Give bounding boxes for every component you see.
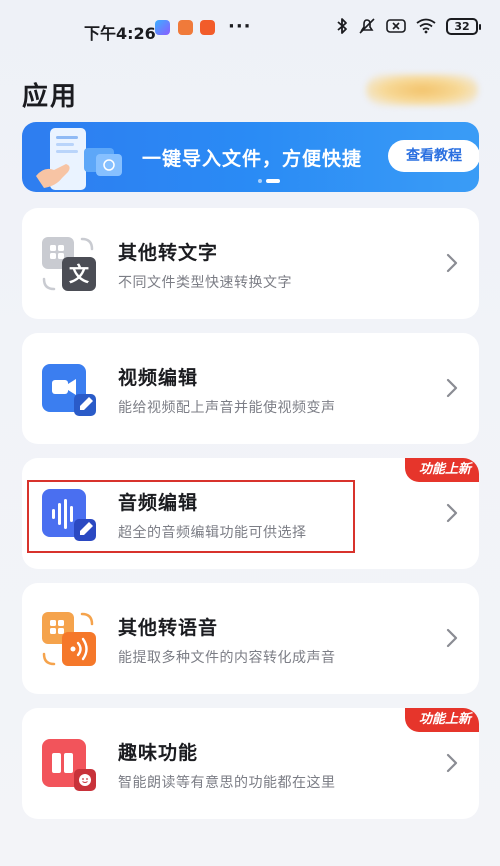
- card-title: 视频编辑: [118, 367, 199, 389]
- play-store-icon: [155, 20, 170, 35]
- audio-edit-icon: [42, 489, 96, 541]
- status-icons: 32: [336, 17, 481, 35]
- card-description: 超全的音频编辑功能可供选择: [118, 525, 307, 541]
- card-video-edit[interactable]: 视频编辑 能给视频配上声音并能使视频变声: [22, 333, 479, 444]
- banner-dot-active: [266, 179, 280, 183]
- page-title: 应用: [22, 82, 79, 112]
- text-convert-icon: 文: [42, 237, 96, 291]
- phone-import-illustration: [36, 128, 122, 190]
- card-title: 其他转文字: [118, 242, 219, 264]
- fun-feature-icon: [42, 739, 96, 791]
- no-sim-icon: [386, 19, 406, 33]
- card-title: 趣味功能: [118, 742, 199, 764]
- banner-page-indicator: [258, 179, 280, 183]
- chevron-right-icon: [446, 253, 458, 273]
- orange-app-icon: [178, 20, 193, 35]
- new-feature-badge: 功能上新: [404, 708, 479, 732]
- video-edit-icon: [42, 364, 96, 416]
- card-description: 能给视频配上声音并能使视频变声: [118, 400, 336, 416]
- card-title: 音频编辑: [118, 492, 199, 514]
- view-tutorial-button[interactable]: 查看教程: [388, 140, 479, 172]
- bluetooth-icon: [337, 18, 347, 34]
- svg-text:文: 文: [69, 262, 90, 286]
- card-audio-edit[interactable]: 音频编辑 超全的音频编辑功能可供选择 功能上新: [22, 458, 479, 569]
- chevron-right-icon: [446, 378, 458, 398]
- more-notifications-icon: ···: [228, 16, 252, 37]
- new-feature-badge: 功能上新: [404, 458, 479, 482]
- banner-dot: [258, 179, 262, 183]
- card-description: 智能朗读等有意思的功能都在这里: [118, 775, 336, 791]
- card-other-to-text[interactable]: 文 其他转文字 不同文件类型快速转换文字: [22, 208, 479, 319]
- chevron-right-icon: [446, 503, 458, 523]
- card-description: 不同文件类型快速转换文字: [118, 275, 292, 291]
- chevron-right-icon: [446, 753, 458, 773]
- card-other-to-voice[interactable]: 其他转语音 能提取多种文件的内容转化成声音: [22, 583, 479, 694]
- blurred-badge: [366, 74, 478, 106]
- banner-text: 一键导入文件，方便快捷: [142, 148, 363, 170]
- mute-bell-icon: [359, 18, 375, 34]
- mi-app-icon: [200, 20, 215, 35]
- card-description: 能提取多种文件的内容转化成声音: [118, 650, 336, 666]
- chevron-right-icon: [446, 628, 458, 648]
- battery-icon: 32: [446, 17, 481, 35]
- voice-convert-icon: [42, 612, 96, 666]
- card-fun-features[interactable]: 趣味功能 智能朗读等有意思的功能都在这里 功能上新: [22, 708, 479, 819]
- status-time: 下午4:26: [84, 24, 156, 43]
- card-title: 其他转语音: [118, 617, 219, 639]
- import-file-banner[interactable]: 一键导入文件，方便快捷 查看教程: [22, 122, 479, 192]
- wifi-icon: [416, 18, 436, 34]
- status-bar: 下午4:26 ··· 32: [0, 0, 500, 56]
